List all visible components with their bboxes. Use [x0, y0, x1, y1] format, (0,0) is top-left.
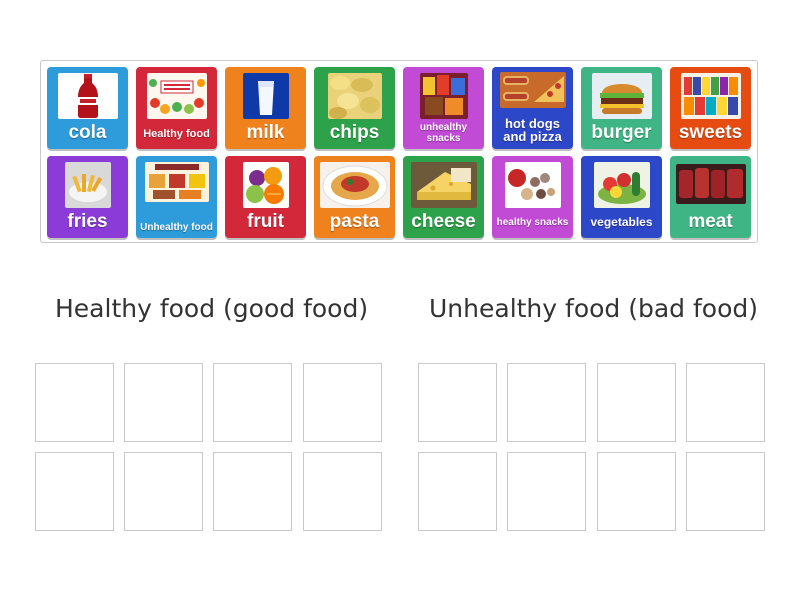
card-label: cheese: [411, 211, 476, 233]
card-label: burger: [591, 122, 652, 144]
card-fruit[interactable]: fruit: [225, 156, 306, 238]
card-chips[interactable]: chips: [314, 67, 395, 149]
fruit-image: [242, 162, 289, 208]
group-title-unhealthy: Unhealthy food (bad food): [429, 294, 759, 323]
card-label: Unhealthy food: [140, 221, 213, 233]
card-burger[interactable]: burger: [581, 67, 662, 149]
card-label: sweets: [678, 122, 743, 144]
card-label: meat: [688, 211, 733, 233]
drop-slot[interactable]: [124, 452, 203, 531]
card-unhealthy-food[interactable]: Unhealthy food: [136, 156, 217, 238]
drop-slot[interactable]: [597, 363, 676, 442]
burger-image: [591, 73, 652, 119]
drop-slot[interactable]: [303, 363, 382, 442]
card-label: healthy snacks: [496, 216, 569, 228]
card-label: fries: [67, 211, 108, 233]
vegetables-image: [593, 162, 650, 208]
drop-slot[interactable]: [35, 452, 114, 531]
card-label: Healthy food: [143, 128, 210, 141]
cola-bottle-image: [57, 73, 118, 119]
healthy-food-poster-image: [146, 73, 207, 119]
fries-bowl-image: [64, 162, 111, 208]
drop-slot[interactable]: [597, 452, 676, 531]
drop-slot[interactable]: [507, 363, 586, 442]
card-label: fruit: [247, 211, 284, 233]
drop-slot[interactable]: [507, 452, 586, 531]
card-hot-dogs-and-pizza[interactable]: hot dogs and pizza: [492, 67, 573, 149]
healthy-snacks-image: [504, 162, 561, 208]
cheese-image: [410, 162, 477, 208]
card-tray: cola Healthy food milk chips unhealthy s…: [40, 60, 758, 243]
hot-dogs-pizza-image: [499, 72, 566, 108]
card-label: pasta: [329, 211, 380, 233]
drop-slot[interactable]: [213, 363, 292, 442]
drop-slot[interactable]: [303, 452, 382, 531]
group-title-healthy: Healthy food (good food): [55, 294, 369, 323]
drop-slot[interactable]: [686, 363, 765, 442]
raw-meat-image: [675, 164, 746, 204]
unhealthy-food-poster-image: [144, 162, 209, 202]
card-label: unhealthy snacks: [419, 122, 468, 144]
card-healthy-snacks[interactable]: healthy snacks: [492, 156, 573, 238]
card-cola[interactable]: cola: [47, 67, 128, 149]
drop-slot[interactable]: [213, 452, 292, 531]
card-label: vegetables: [590, 215, 653, 230]
drop-slot[interactable]: [124, 363, 203, 442]
junk-snacks-image: [419, 73, 468, 119]
card-milk[interactable]: milk: [225, 67, 306, 149]
milk-glass-image: [242, 73, 289, 119]
pasta-plate-image: [319, 162, 390, 208]
sweets-box-image: [680, 73, 741, 119]
card-label: milk: [246, 122, 285, 144]
card-meat[interactable]: meat: [670, 156, 751, 238]
drop-slot[interactable]: [418, 363, 497, 442]
potato-chips-image: [327, 73, 382, 119]
card-sweets[interactable]: sweets: [670, 67, 751, 149]
card-healthy-food[interactable]: Healthy food: [136, 67, 217, 149]
card-fries[interactable]: fries: [47, 156, 128, 238]
card-label: cola: [68, 122, 107, 144]
card-label: hot dogs and pizza: [503, 115, 562, 145]
drop-slot[interactable]: [418, 452, 497, 531]
drop-slot[interactable]: [686, 452, 765, 531]
drop-slot[interactable]: [35, 363, 114, 442]
card-unhealthy-snacks[interactable]: unhealthy snacks: [403, 67, 484, 149]
card-label: chips: [329, 122, 380, 144]
card-pasta[interactable]: pasta: [314, 156, 395, 238]
card-vegetables[interactable]: vegetables: [581, 156, 662, 238]
card-cheese[interactable]: cheese: [403, 156, 484, 238]
